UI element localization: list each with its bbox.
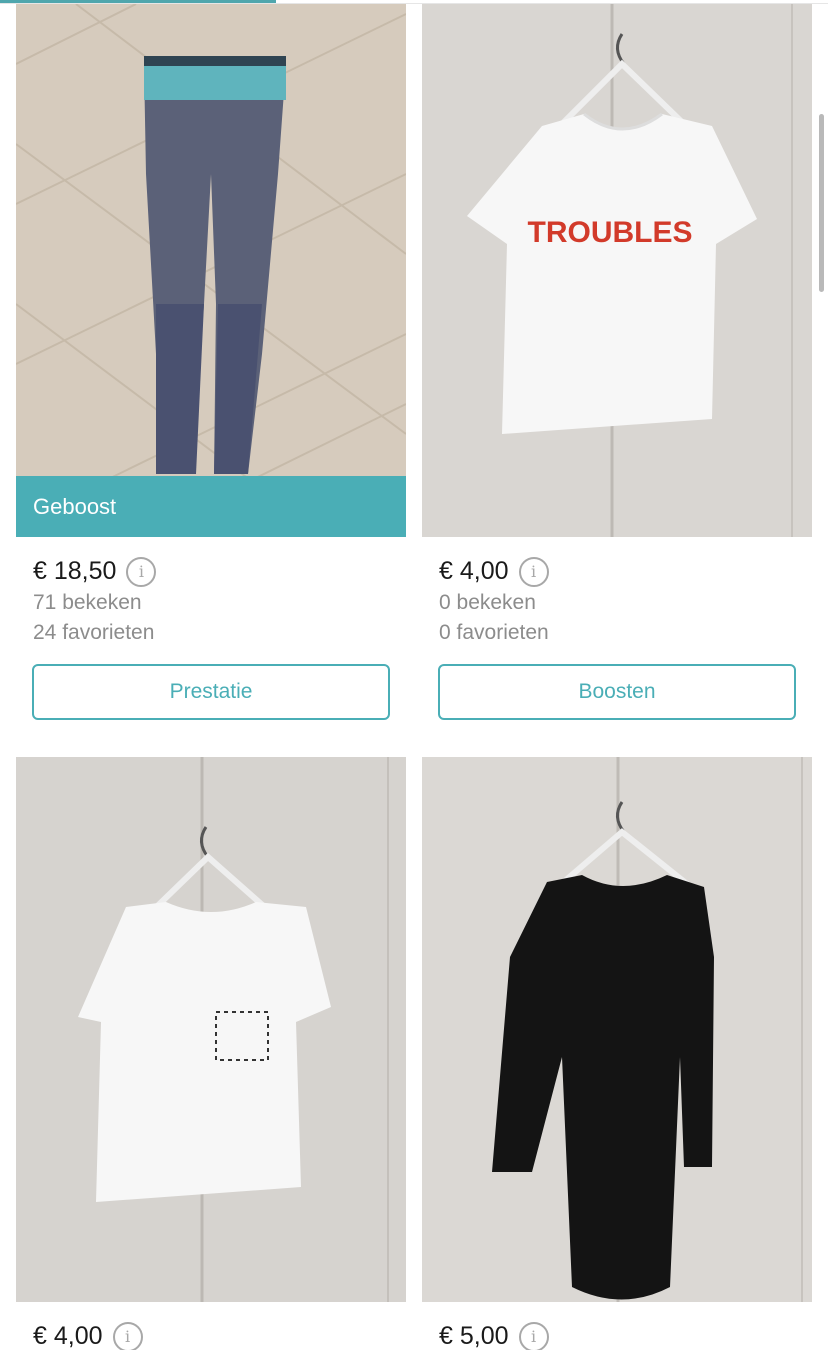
boosted-banner: Geboost [16,476,406,537]
leggings-image [16,4,406,537]
boosted-label: Geboost [33,493,117,519]
item-price: € 18,50 [33,557,117,585]
info-icon[interactable]: i [112,1321,143,1350]
item-price: € 5,00 [439,1322,509,1350]
listing-photo[interactable]: TROUBLES [422,4,812,537]
listing-photo[interactable] [16,757,406,1302]
favorite-count: 24 favorieten [33,621,155,644]
info-icon[interactable]: i [126,556,157,587]
black-dress-image [422,757,812,1302]
item-price: € 4,00 [33,1322,103,1350]
price-row: € 18,50 i [16,555,406,588]
listing-card[interactable]: Geboost € 18,50 i 71 bekeken 24 favoriet… [16,4,406,720]
scrollbar[interactable] [819,114,824,292]
tshirt-print-text: TROUBLES [528,216,693,249]
price-row: € 4,00 i [16,1320,406,1350]
favorite-count: 0 favorieten [439,621,549,644]
listing-card[interactable]: € 5,00 i [422,757,812,1350]
listing-photo[interactable] [422,757,812,1302]
boost-button[interactable]: Boosten [438,664,796,720]
performance-button[interactable]: Prestatie [32,664,390,720]
listing-card[interactable]: TROUBLES € 4,00 i 0 bekeken 0 favorieten… [422,4,812,720]
price-row: € 4,00 i [422,555,812,588]
tshirt-pocket-image [16,757,406,1302]
tshirt-troubles-image: TROUBLES [422,4,812,537]
info-icon[interactable]: i [518,556,549,587]
item-price: € 4,00 [439,557,509,585]
info-icon[interactable]: i [518,1321,549,1350]
price-row: € 5,00 i [422,1320,812,1350]
view-count: 0 bekeken [439,591,536,614]
view-count: 71 bekeken [33,591,142,614]
listing-photo[interactable]: Geboost [16,4,406,537]
listing-card[interactable]: € 4,00 i [16,757,406,1350]
